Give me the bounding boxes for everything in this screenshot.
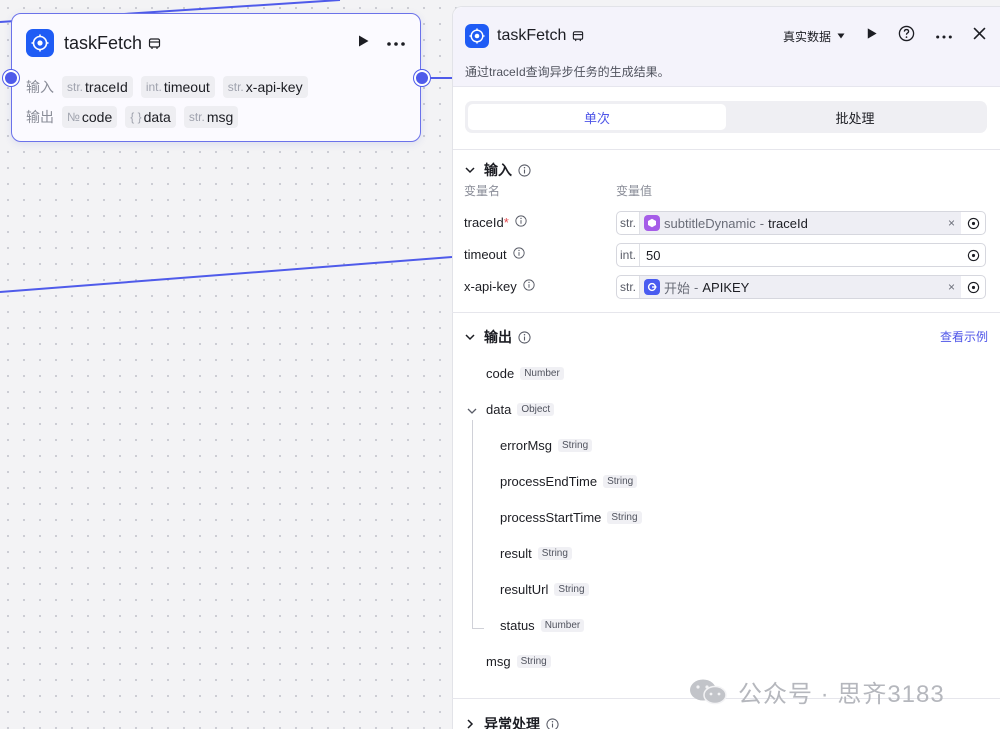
clear-icon[interactable]: ×	[948, 280, 955, 294]
node-description: 通过traceId查询异步任务的生成结果。	[465, 65, 670, 79]
close-icon[interactable]	[973, 27, 986, 45]
type-label: str.	[617, 212, 640, 234]
column-header-name: 变量名	[464, 184, 501, 198]
more-options-icon[interactable]	[935, 27, 953, 45]
output-field-msg: msg String	[486, 654, 551, 669]
output-field-code: code Number	[486, 366, 564, 381]
timeout-value[interactable]: 50	[640, 248, 961, 263]
output-field-data: data Object	[486, 402, 555, 417]
tree-connector	[472, 420, 473, 628]
info-icon[interactable]	[518, 163, 531, 177]
info-icon[interactable]	[546, 717, 559, 729]
run-test-icon[interactable]	[865, 27, 878, 45]
view-example-link[interactable]: 查看示例	[940, 328, 988, 345]
type-badge: Number	[540, 619, 585, 632]
type-badge: String	[607, 511, 642, 524]
data-mode-dropdown[interactable]: 真实数据	[783, 28, 845, 45]
node-input-chip: str. x-api-key	[222, 76, 308, 98]
timeout-value-field[interactable]: int. 50	[616, 243, 986, 267]
tab-batch[interactable]: 批处理	[726, 104, 984, 130]
node-inputs-row: 输入 str. traceId int. timeout str. x-api-key	[26, 76, 316, 98]
column-header-value: 变量值	[616, 184, 653, 198]
target-icon[interactable]	[961, 212, 985, 234]
task-fetch-node[interactable]: taskFetch 输入 str. traceId int. timeout str…	[11, 13, 421, 142]
cube-icon	[644, 215, 660, 231]
input-port[interactable]	[3, 70, 19, 86]
type-label: str.	[617, 276, 640, 298]
output-section-header[interactable]: 输出	[464, 327, 531, 347]
var-name-traceid: traceId *	[464, 215, 527, 230]
node-outputs-row: 输出 № code { } data str. msg	[26, 106, 246, 128]
divider	[452, 312, 1000, 313]
error-section-title: 异常处理	[484, 716, 540, 729]
traceid-value-field[interactable]: str. subtitleDynamic - traceId ×	[616, 211, 986, 235]
tree-connector	[472, 628, 484, 629]
output-field-status: status Number	[500, 618, 585, 633]
info-icon[interactable]	[523, 279, 535, 294]
input-section-header[interactable]: 输入	[464, 160, 531, 180]
plugin-icon	[26, 29, 54, 57]
variable-reference[interactable]: 开始 - APIKEY ×	[640, 276, 961, 298]
error-handling-section-header[interactable]: 异常处理	[464, 714, 559, 729]
output-section-title: 输出	[484, 329, 512, 345]
node-input-chip: int. timeout	[140, 76, 215, 98]
node-outputs-label: 输出	[26, 109, 54, 125]
variable-reference[interactable]: subtitleDynamic - traceId ×	[640, 212, 961, 234]
output-field-resulturl: resultUrl String	[500, 582, 589, 597]
store-icon	[572, 30, 584, 42]
run-mode-tabs: 单次 批处理	[465, 101, 987, 133]
chevron-right-icon	[464, 718, 476, 729]
type-badge: Object	[517, 403, 555, 416]
store-icon	[148, 37, 161, 50]
help-icon[interactable]	[898, 25, 915, 47]
wechat-icon	[688, 677, 728, 707]
info-icon[interactable]	[513, 247, 525, 262]
node-title: taskFetch	[64, 32, 143, 53]
type-badge: Number	[520, 367, 564, 380]
node-header: taskFetch	[26, 28, 406, 58]
node-input-chip: str. traceId	[62, 76, 133, 98]
type-badge: String	[537, 547, 572, 560]
run-node-icon[interactable]	[356, 34, 370, 53]
output-field-result: result String	[500, 546, 572, 561]
data-mode-label: 真实数据	[782, 29, 831, 44]
target-icon[interactable]	[961, 244, 985, 266]
type-badge: String	[558, 439, 593, 452]
watermark-text: 公众号 · 思齐3183	[738, 681, 945, 708]
watermark: 公众号 · 思齐3183	[688, 674, 945, 709]
target-icon[interactable]	[961, 276, 985, 298]
caret-down-icon	[837, 33, 845, 39]
info-icon[interactable]	[515, 215, 527, 230]
node-inputs-label: 输入	[26, 79, 54, 95]
chevron-down-icon	[464, 164, 476, 176]
node-output-chip: { } data	[125, 106, 176, 128]
input-section-title: 输入	[484, 162, 512, 178]
node-output-chip: str. msg	[183, 106, 239, 128]
panel-title: taskFetch	[497, 27, 567, 44]
type-badge: String	[516, 655, 551, 668]
output-port[interactable]	[414, 70, 430, 86]
x-api-key-value-field[interactable]: str. 开始 - APIKEY ×	[616, 275, 986, 299]
clear-icon[interactable]: ×	[948, 216, 955, 230]
chevron-down-icon	[464, 331, 476, 343]
plugin-icon	[465, 24, 489, 48]
start-node-icon	[644, 279, 660, 295]
output-field-processendtime: processEndTime String	[500, 474, 638, 489]
output-field-processstarttime: processStartTime String	[500, 510, 642, 525]
type-label: int.	[617, 244, 640, 266]
var-name-x-api-key: x-api-key	[464, 279, 535, 294]
type-badge: String	[603, 475, 638, 488]
type-badge: String	[554, 583, 589, 596]
node-output-chip: № code	[62, 106, 118, 128]
divider	[453, 149, 1000, 150]
more-options-icon[interactable]	[386, 34, 406, 52]
var-name-timeout: timeout	[464, 247, 525, 262]
info-icon[interactable]	[518, 330, 531, 344]
output-field-errormsg: errorMsg String	[500, 438, 593, 453]
tab-single[interactable]: 单次	[468, 104, 726, 130]
